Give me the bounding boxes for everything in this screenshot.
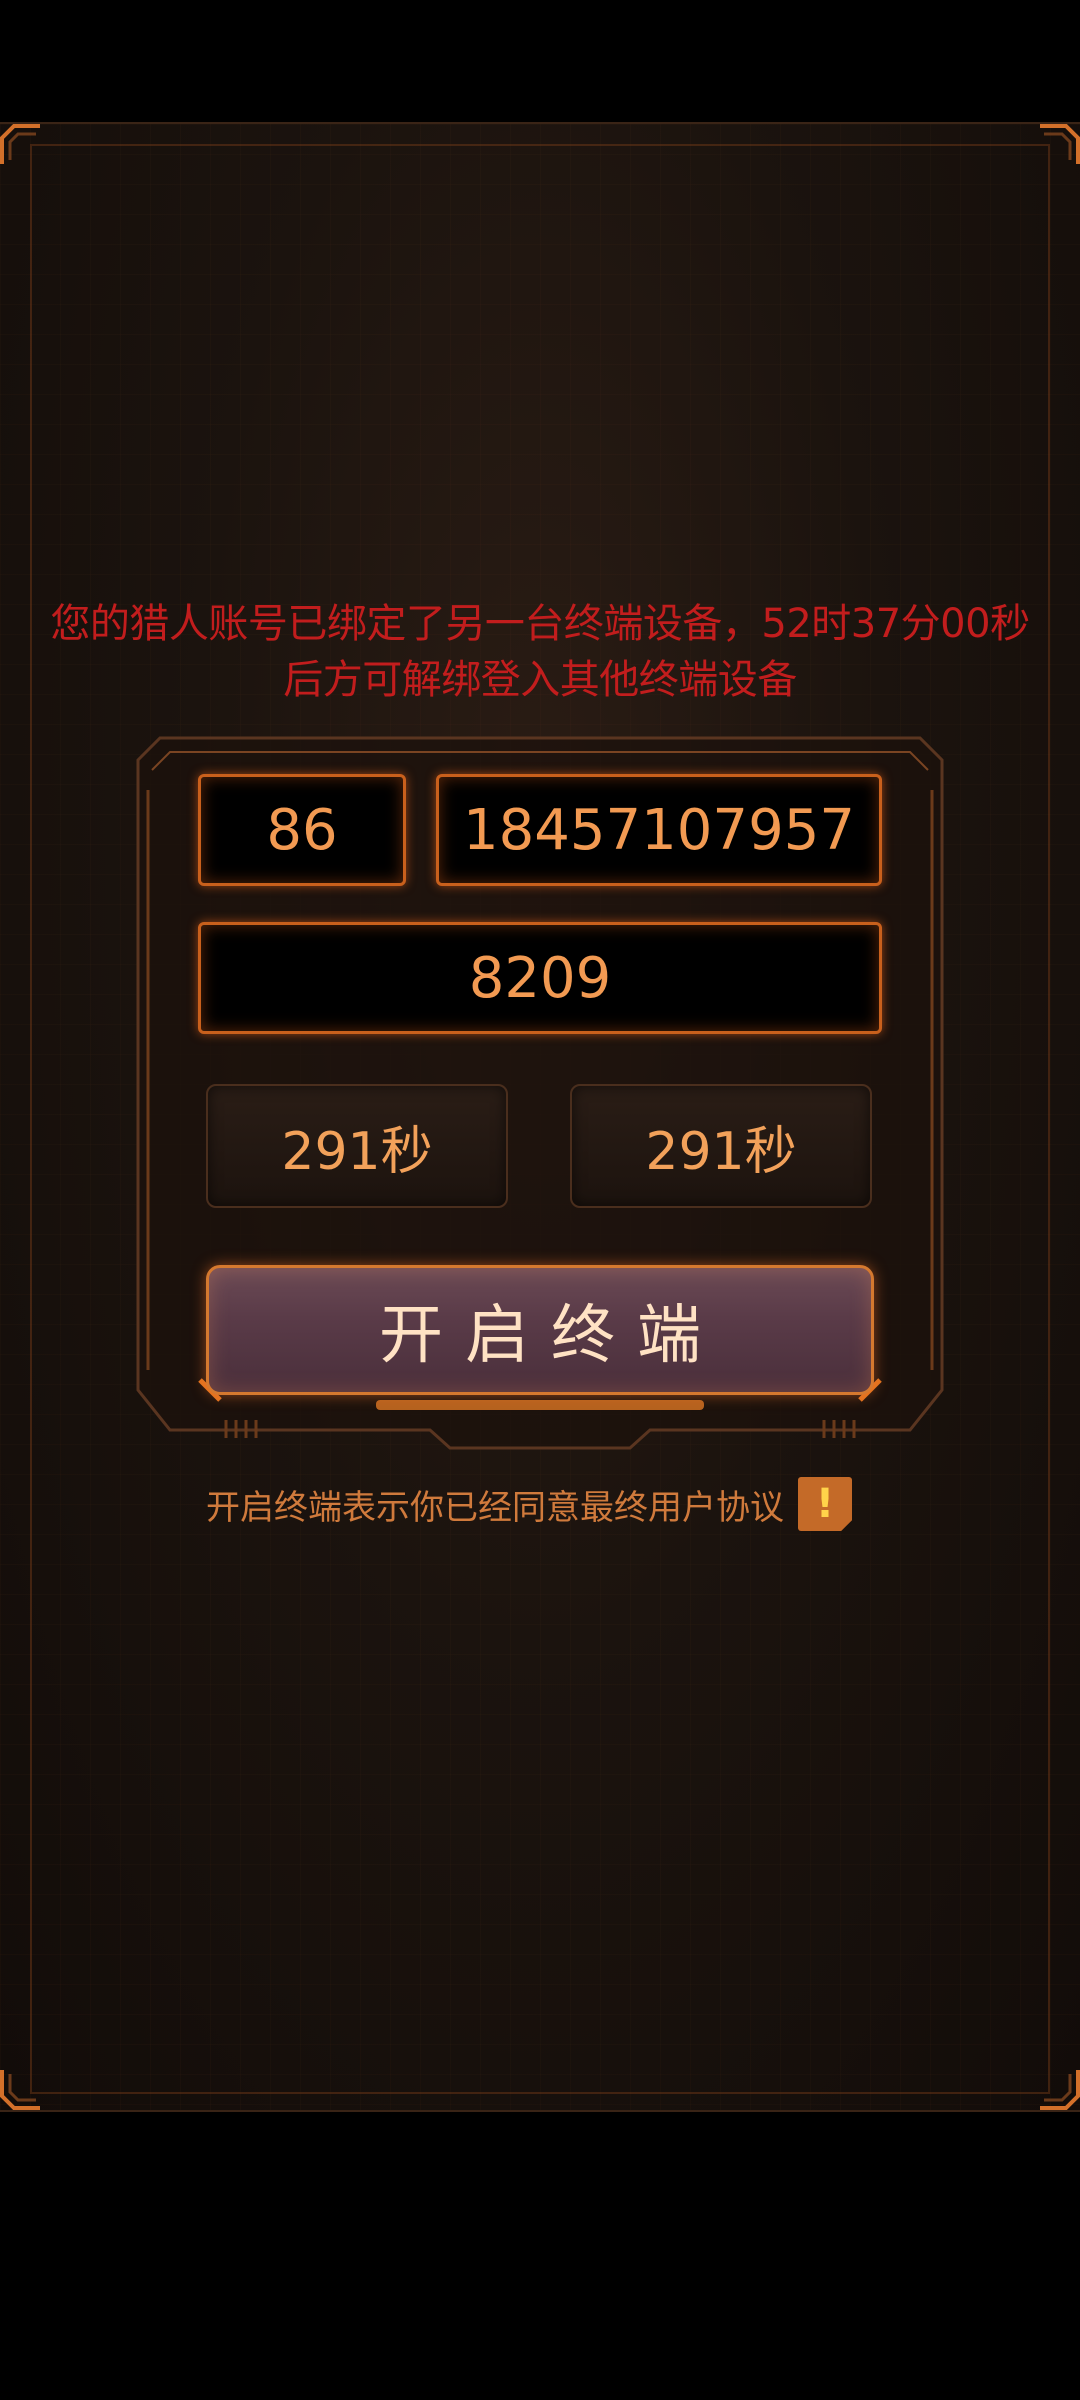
timer-left-label: 291秒 — [281, 1121, 433, 1182]
phone-number-value: 18457107957 — [463, 797, 855, 863]
corner-decoration-bottom-left — [0, 2064, 46, 2110]
warning-line-2: 后方可解绑登入其他终端设备 — [283, 657, 797, 703]
screen: 您的猎人账号已绑定了另一台终端设备，52时37分00秒 后方可解绑登入其他终端设… — [0, 0, 1080, 2400]
account-bound-warning: 您的猎人账号已绑定了另一台终端设备，52时37分00秒 后方可解绑登入其他终端设… — [0, 596, 1080, 708]
user-agreement-notice: 开启终端表示你已经同意最终用户协议 ! — [206, 1476, 852, 1532]
warning-line-1: 您的猎人账号已绑定了另一台终端设备，52时37分00秒 — [50, 601, 1030, 647]
alert-icon[interactable]: ! — [798, 1477, 852, 1531]
agreement-text: 开启终端表示你已经同意最终用户协议 — [206, 1487, 784, 1528]
corner-decoration-top-right — [1034, 124, 1080, 170]
resend-code-timer-right[interactable]: 291秒 — [570, 1084, 872, 1208]
start-terminal-label: 开启终端 — [379, 1299, 723, 1373]
country-code-field[interactable]: 86 — [198, 774, 406, 886]
phone-number-field[interactable]: 18457107957 — [436, 774, 882, 886]
country-code-value: 86 — [266, 797, 338, 863]
login-panel: 86 18457107957 8209 291秒 291秒 开启终端 — [130, 730, 950, 1452]
start-terminal-button[interactable]: 开启终端 — [206, 1265, 874, 1395]
verification-code-field[interactable]: 8209 — [198, 922, 882, 1034]
resend-code-timer-left[interactable]: 291秒 — [206, 1084, 508, 1208]
verification-code-value: 8209 — [468, 945, 612, 1011]
timer-right-label: 291秒 — [645, 1121, 797, 1182]
corner-decoration-bottom-right — [1034, 2064, 1080, 2110]
alert-icon-glyph: ! — [815, 1481, 835, 1527]
corner-decoration-top-left — [0, 124, 46, 170]
